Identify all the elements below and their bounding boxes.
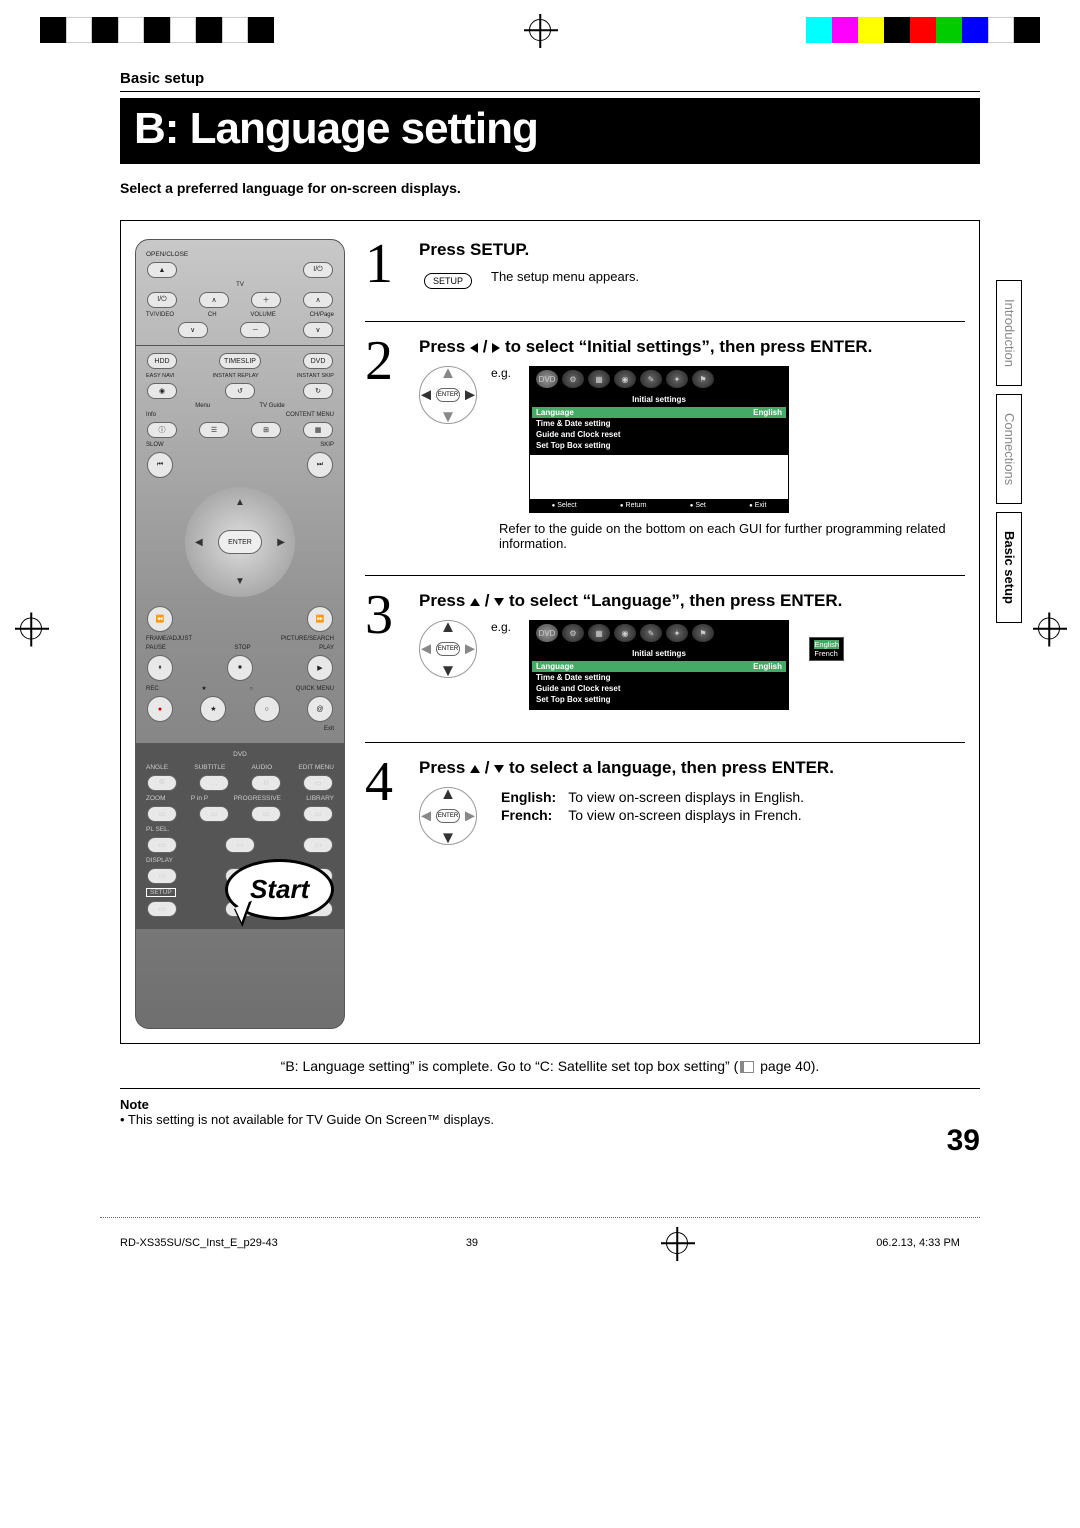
tab-introduction: Introduction xyxy=(996,280,1022,386)
footer-timestamp: 06.2.13, 4:33 PM xyxy=(876,1237,960,1249)
step-title: Press / to select a language, then press… xyxy=(419,757,965,779)
registration-mark-icon xyxy=(529,19,551,41)
intro-text: Select a preferred language for on-scree… xyxy=(120,180,980,196)
enter-pad-icon: ENTER xyxy=(419,366,477,424)
footer-page: 39 xyxy=(466,1237,478,1249)
language-options-popup: English French xyxy=(809,637,844,661)
note-label: Note xyxy=(120,1097,980,1112)
tab-connections: Connections xyxy=(996,394,1022,504)
step-number: 2 xyxy=(365,336,409,551)
gui-screenshot: DVD⚙▦◉✎✦⚑ Initial settings LanguageEngli… xyxy=(529,366,789,513)
footer: RD-XS35SU/SC_Inst_E_p29-43 39 06.2.13, 4… xyxy=(0,1218,1080,1262)
page-title: B: Language setting xyxy=(134,104,966,154)
enter-ring-icon: ▲▼◀▶ ENTER xyxy=(185,487,295,597)
up-arrow-icon xyxy=(470,765,480,773)
completion-text: “B: Language setting” is complete. Go to… xyxy=(120,1058,980,1074)
down-arrow-icon xyxy=(494,598,504,606)
step-note: Refer to the guide on the bottom on each… xyxy=(499,521,965,551)
dvd-icon: DVD xyxy=(536,370,558,388)
page-number: 39 xyxy=(947,1124,980,1158)
registration-mark-icon xyxy=(666,1232,688,1254)
divider xyxy=(120,1088,980,1089)
up-arrow-icon xyxy=(470,598,480,606)
step-4: 4 Press / to select a language, then pre… xyxy=(365,742,965,863)
step-body-text: The setup menu appears. xyxy=(491,269,639,284)
step-title: Press SETUP. xyxy=(419,239,965,261)
language-descriptions: English:To view on-screen displays in En… xyxy=(499,787,806,825)
setup-button-icon: SETUP xyxy=(424,273,472,289)
page-ref-icon xyxy=(740,1061,754,1073)
step-number: 4 xyxy=(365,757,409,853)
gui-screenshot: DVD⚙▦◉✎✦⚑ Initial settings LanguageEngli… xyxy=(529,620,789,710)
section-label: Basic setup xyxy=(120,70,980,87)
step-2: 2 Press / to select “Initial settings”, … xyxy=(365,321,965,561)
printer-marks-top xyxy=(0,0,1080,60)
step-title: Press / to select “Language”, then press… xyxy=(419,590,965,612)
step-3: 3 Press / to select “Language”, then pre… xyxy=(365,575,965,728)
note-body: • This setting is not available for TV G… xyxy=(120,1112,980,1127)
left-arrow-icon xyxy=(470,343,478,353)
enter-pad-icon: ENTER xyxy=(419,620,477,678)
step-number: 3 xyxy=(365,590,409,718)
example-label: e.g. xyxy=(491,366,511,380)
footer-filename: RD-XS35SU/SC_Inst_E_p29-43 xyxy=(120,1237,278,1249)
main-content-box: OPEN/CLOSE ▲I/⏻ TV I/⏻∧＋∧ TV/VIDEOCHVOLU… xyxy=(120,220,980,1044)
divider xyxy=(120,91,980,92)
start-speech-bubble: Start xyxy=(225,859,334,920)
step-number: 1 xyxy=(365,239,409,297)
step-1: 1 Press SETUP. SETUP The setup menu appe… xyxy=(365,239,965,307)
enter-pad-icon: ENTER xyxy=(419,787,477,845)
tab-basic-setup: Basic setup xyxy=(996,512,1022,623)
example-label: e.g. xyxy=(491,620,511,634)
side-tabs: Introduction Connections Basic setup xyxy=(996,280,1022,623)
down-arrow-icon xyxy=(494,765,504,773)
dvd-icon: DVD xyxy=(536,624,558,642)
step-title: Press / to select “Initial settings”, th… xyxy=(419,336,965,358)
page-title-bar: B: Language setting xyxy=(120,98,980,164)
